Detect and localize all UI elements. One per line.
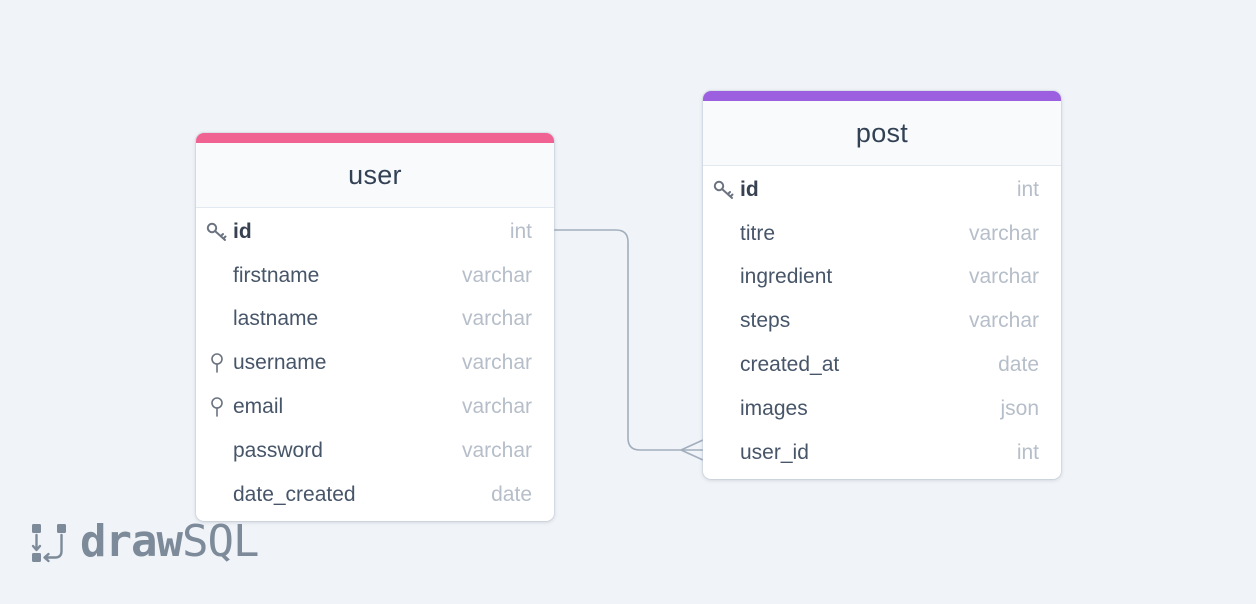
unique-index-icon [206, 352, 228, 374]
column-type: varchar [461, 395, 532, 419]
column-type: varchar [461, 351, 532, 375]
column-name: email [233, 395, 284, 419]
column-list: id int titre varchar ingredient varchar … [703, 166, 1061, 479]
column-name: images [740, 396, 808, 420]
column-type: int [1016, 440, 1039, 464]
column-name: ingredient [740, 265, 833, 289]
column-row-username[interactable]: username varchar [196, 341, 554, 385]
column-type: varchar [461, 438, 532, 462]
column-row-images[interactable]: images json [703, 387, 1061, 431]
column-name: id [740, 177, 759, 201]
column-row-created-at[interactable]: created_at date [703, 343, 1061, 387]
column-row-id[interactable]: id int [196, 210, 554, 254]
column-type: json [1000, 396, 1039, 420]
column-type: int [509, 219, 532, 243]
logo-text-draw: draw [80, 515, 183, 567]
column-name: id [233, 219, 252, 243]
table-accent-bar [196, 133, 554, 143]
crow-foot-many-icon [680, 439, 704, 461]
column-row-password[interactable]: password varchar [196, 429, 554, 473]
column-list: id int firstname varchar lastname varcha… [196, 208, 554, 521]
column-row-lastname[interactable]: lastname varchar [196, 298, 554, 342]
column-type: date [998, 353, 1039, 377]
column-name: steps [740, 309, 791, 333]
column-row-user-id[interactable]: user_id int [703, 431, 1061, 475]
drawsql-logo[interactable]: draw SQL [30, 515, 259, 567]
key-icon [206, 221, 228, 243]
key-icon [713, 179, 735, 201]
table-title: user [348, 159, 402, 190]
table-post[interactable]: post id int titre varchar ingredient var… [703, 91, 1061, 479]
column-name: password [233, 438, 323, 462]
column-row-date-created[interactable]: date_created date [196, 473, 554, 517]
column-type: int [1016, 177, 1039, 201]
column-name: lastname [233, 307, 319, 331]
column-name: username [233, 351, 327, 375]
column-name: date_created [233, 482, 356, 506]
column-name: titre [740, 221, 776, 245]
column-type: varchar [968, 221, 1039, 245]
diagram-canvas[interactable]: user id int firstname varchar lastname v… [0, 0, 1256, 604]
logo-text-sql: SQL [181, 515, 259, 567]
table-user[interactable]: user id int firstname varchar lastname v… [196, 133, 554, 521]
column-row-ingredient[interactable]: ingredient varchar [703, 256, 1061, 300]
column-type: varchar [968, 265, 1039, 289]
column-type: varchar [461, 307, 532, 331]
unique-index-icon [206, 396, 228, 418]
table-header[interactable]: post [703, 101, 1061, 166]
column-row-firstname[interactable]: firstname varchar [196, 254, 554, 298]
column-row-id[interactable]: id int [703, 168, 1061, 212]
drawsql-logo-icon [31, 524, 66, 563]
table-header[interactable]: user [196, 143, 554, 208]
table-accent-bar [703, 91, 1061, 101]
column-name: firstname [233, 263, 320, 287]
relationship-line [554, 229, 704, 461]
column-row-titre[interactable]: titre varchar [703, 212, 1061, 256]
column-type: varchar [968, 309, 1039, 333]
column-type: varchar [461, 263, 532, 287]
column-type: date [491, 482, 532, 506]
table-title: post [855, 117, 909, 148]
column-row-steps[interactable]: steps varchar [703, 299, 1061, 343]
column-name: user_id [740, 440, 809, 464]
column-name: created_at [740, 353, 840, 377]
column-row-email[interactable]: email varchar [196, 385, 554, 429]
